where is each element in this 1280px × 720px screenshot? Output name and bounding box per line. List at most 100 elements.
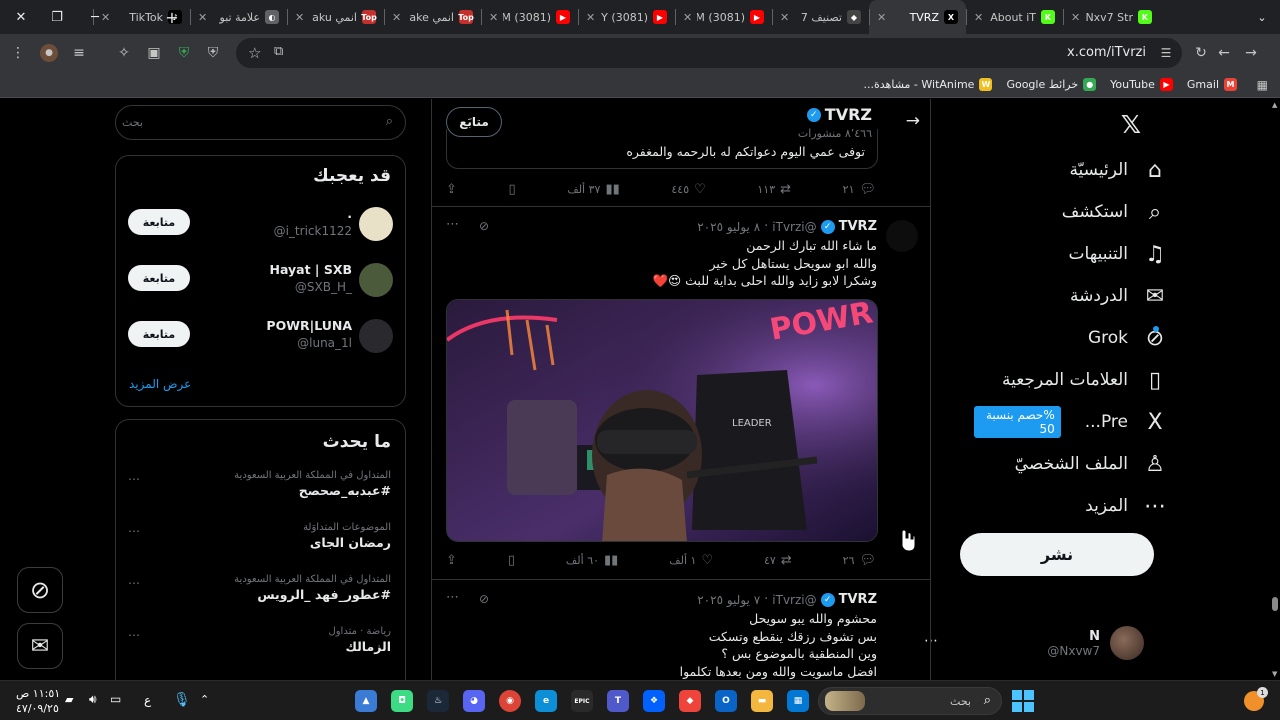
browser-tab[interactable]: ▶ (3081) M ✕ — [675, 0, 772, 34]
browser-tab[interactable]: Top انمي aku ✕ — [287, 0, 384, 34]
keyboard-language[interactable]: ع — [144, 693, 151, 707]
scrollbar-thumb[interactable] — [1272, 597, 1278, 611]
tab-close-icon[interactable]: ✕ — [586, 11, 595, 24]
nav-item-more[interactable]: ⋯ المزيد — [974, 485, 1168, 527]
browser-tab[interactable]: Top انمي ake ✕ — [384, 0, 481, 34]
like-button[interactable]: ♡ ١ ألف — [669, 553, 713, 568]
tab-close-icon[interactable]: ✕ — [974, 11, 983, 24]
reload-button[interactable]: ↻ — [1192, 44, 1210, 62]
android-app-taskbar-icon[interactable]: ◘ — [391, 690, 413, 712]
clock-date[interactable]: ٤٧/٠٩/٢٥ — [16, 702, 59, 715]
bookmark-item[interactable]: W WitAnime - مشاهدة... — [857, 78, 1000, 91]
chrome-taskbar-icon[interactable]: ◉ — [499, 690, 521, 712]
profile-avatar-icon[interactable]: ● — [40, 44, 58, 62]
bookmark-item[interactable]: M Gmail — [1180, 78, 1244, 91]
widgets-icon[interactable]: 1 — [1244, 687, 1268, 711]
reply-button[interactable]: 💬︎ ٢٦ — [843, 553, 876, 568]
restore-window-button[interactable]: ❐ — [38, 0, 76, 34]
views-button[interactable]: ▮▮ ٣٧ ألف — [567, 182, 619, 197]
new-tab-button[interactable]: + — [162, 0, 182, 34]
account-switcher[interactable]: N @Nxvw7 ⋯ — [924, 621, 1144, 665]
trend-more-icon[interactable]: ⋯ — [128, 576, 140, 590]
anydesk-taskbar-icon[interactable]: ◆ — [679, 690, 701, 712]
browser-tab[interactable]: X TVRZ ✕ — [869, 0, 966, 34]
user-avatar[interactable] — [359, 207, 393, 241]
site-info-icon[interactable]: ☰ — [1158, 45, 1174, 61]
show-more-link[interactable]: عرض المزيد — [129, 377, 191, 391]
discord-taskbar-icon[interactable]: ◕ — [463, 690, 485, 712]
trend-item[interactable]: رياضة · متداول الزمالك — [136, 626, 391, 654]
steam-taskbar-icon[interactable]: ♨ — [427, 690, 449, 712]
trend-more-icon[interactable]: ⋯ — [128, 472, 140, 486]
all-bookmarks-icon[interactable]: ▦ — [1257, 78, 1268, 92]
grok-float-button[interactable]: ⊘ — [17, 567, 63, 613]
extension-tool-icon[interactable]: ▣ — [145, 44, 163, 62]
start-button[interactable] — [1012, 690, 1034, 712]
trend-more-icon[interactable]: ⋯ — [128, 524, 140, 538]
microphone-icon[interactable]: 🎙︎ — [173, 692, 191, 708]
browser-tab[interactable]: ◐ علامة تبو ✕ — [190, 0, 287, 34]
extensions-puzzle-icon[interactable]: ✧ — [115, 44, 133, 62]
nav-item-explore[interactable]: ⌕ استكشف — [974, 191, 1168, 233]
nav-item-messages[interactable]: ✉ الدردشة — [974, 275, 1168, 317]
user-avatar[interactable] — [359, 319, 393, 353]
repost-button[interactable]: ⇄ ١١٣ — [757, 182, 791, 197]
clock-time[interactable]: ١١:٥١ ص — [16, 687, 60, 700]
grok-tweet-icon[interactable]: ⊘ — [479, 592, 489, 606]
tab-close-icon[interactable]: ✕ — [489, 11, 498, 24]
edge-taskbar-icon[interactable]: e — [535, 690, 557, 712]
scroll-up-arrow[interactable]: ▲ — [1272, 101, 1277, 109]
network-icon[interactable]: ▭ — [110, 692, 121, 706]
close-window-button[interactable]: ✕ — [2, 0, 40, 34]
nav-item-home[interactable]: ⌂ الرئيسيّة — [974, 149, 1168, 191]
tweet-more-icon[interactable]: ⋯ — [446, 217, 459, 232]
dropbox-taskbar-icon[interactable]: ❖ — [643, 690, 665, 712]
suggested-user[interactable]: Hayat | SXB @SXB_H_ متابعة — [116, 262, 405, 310]
photos-taskbar-icon[interactable]: ▲ — [355, 690, 377, 712]
scroll-down-arrow[interactable]: ▼ — [1272, 670, 1277, 678]
trend-item[interactable]: الموضوعات المتداوَلة رمضان الجاى — [136, 522, 391, 550]
grok-tweet-icon[interactable]: ⊘ — [479, 219, 489, 233]
tab-close-icon[interactable]: ✕ — [683, 11, 692, 24]
tweet-date[interactable]: ٨ يوليو ٢٠٢٥ — [697, 220, 760, 234]
bookmark-button[interactable]: ▯ — [509, 182, 516, 197]
back-button[interactable]: → — [1242, 44, 1260, 62]
tab-close-icon[interactable]: ✕ — [877, 11, 886, 24]
like-button[interactable]: ♡ ٤٤٥ — [671, 182, 705, 197]
author-handle[interactable]: @iTvrzi — [772, 593, 816, 607]
page-scrollbar[interactable]: ▲ ▼ — [1270, 99, 1280, 680]
repost-button[interactable]: ⇄ ٤٧ — [764, 553, 792, 568]
tab-close-icon[interactable]: ✕ — [198, 11, 207, 24]
follow-button[interactable]: متابعة — [128, 209, 190, 235]
browser-tab[interactable]: K Nxv7 Str ✕ — [1063, 0, 1160, 34]
browser-menu-icon[interactable]: ⋮ — [9, 44, 27, 62]
tab-close-icon[interactable]: ✕ — [392, 11, 401, 24]
extension-adblock-icon[interactable]: ⛨ — [175, 44, 193, 62]
trend-more-icon[interactable]: ⋯ — [128, 628, 140, 642]
user-name[interactable]: . — [347, 206, 352, 221]
cast-icon[interactable]: ⧉ — [274, 44, 283, 59]
share-button[interactable]: ⇪ — [446, 182, 457, 197]
tweet-date[interactable]: ٧ يوليو ٢٠٢٥ — [697, 593, 760, 607]
browser-tab[interactable]: ◆ تصنيف 7 ✕ — [772, 0, 869, 34]
author-avatar[interactable] — [886, 220, 918, 252]
bookmark-button[interactable]: ▯ — [508, 553, 515, 568]
nav-item-grok[interactable]: ⊘ Grok — [974, 317, 1168, 359]
tweet-item[interactable]: TVRZ ✓ @iTvrzi · ٨ يوليو ٢٠٢٥ ⊘ ⋯ ما شاء… — [432, 207, 930, 580]
reply-button[interactable]: 💬︎ ٢١ — [843, 182, 876, 197]
nav-item-notifications[interactable]: ♫ التنبيهات — [974, 233, 1168, 275]
bookmark-item[interactable]: ● خرائط Google — [999, 78, 1103, 91]
nav-item-premium[interactable]: X Pre... %حصم بنسبة 50 — [974, 401, 1168, 443]
x-logo-icon[interactable]: 𝕏 — [1118, 110, 1144, 139]
volume-icon[interactable]: 🔊︎ — [89, 692, 97, 707]
file-explorer-taskbar-icon[interactable]: ▬ — [751, 690, 773, 712]
follow-button[interactable]: متابعة — [128, 265, 190, 291]
author-name[interactable]: TVRZ — [839, 592, 877, 607]
address-bar[interactable]: ☰ x.com/iTvrzi ☆ ⧉ — [236, 38, 1182, 68]
nav-item-profile[interactable]: ♙ الملف الشخصيّ — [974, 443, 1168, 485]
tab-search-button[interactable]: ⌄ — [1254, 9, 1270, 25]
user-name[interactable]: POWR|LUNA — [266, 318, 352, 333]
post-button[interactable]: نشر — [960, 533, 1154, 576]
extension-shield-icon[interactable]: ⛨ — [204, 44, 222, 62]
search-box[interactable]: ⌕ بحث — [115, 105, 406, 140]
